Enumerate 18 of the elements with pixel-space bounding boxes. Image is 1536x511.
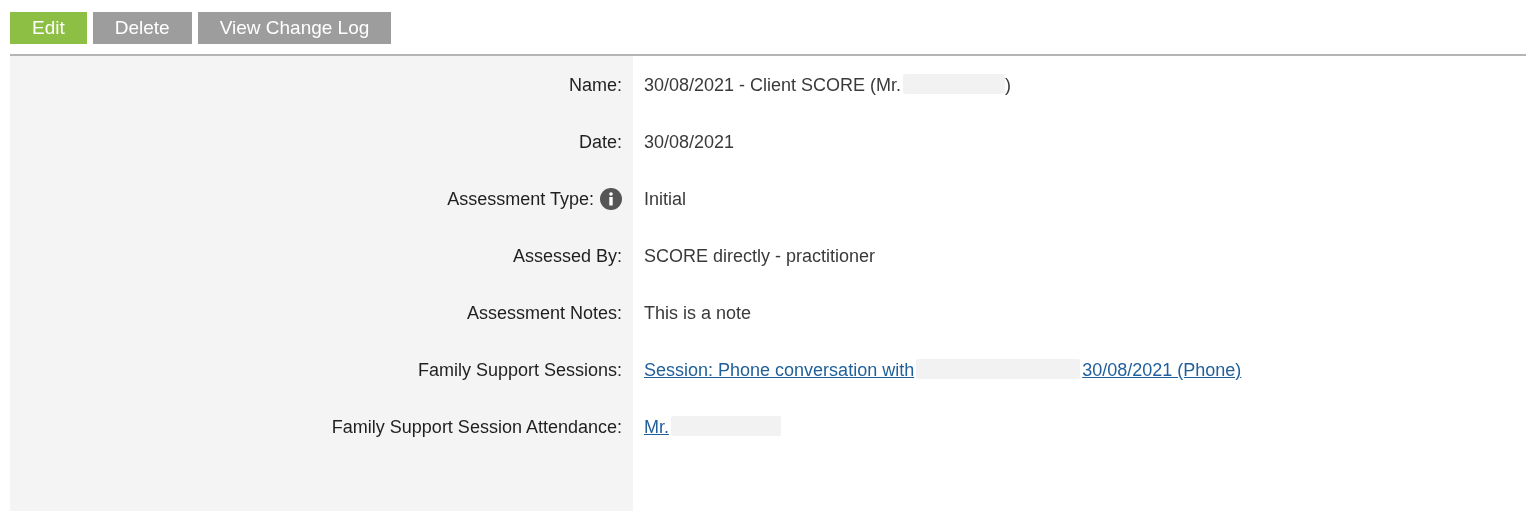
field-label: Family Support Session Attendance: xyxy=(331,416,622,438)
toolbar-button[interactable]: View Change Log xyxy=(197,12,392,44)
field-label: Assessed By: xyxy=(512,245,622,267)
edit-button[interactable]: Edit xyxy=(10,12,87,44)
field-value: This is a note xyxy=(644,302,752,324)
session-link[interactable]: Session: Phone conversation with 30/08/2021 (Phone) xyxy=(644,359,1242,381)
field-value: 30/08/2021 xyxy=(644,131,735,153)
field-label: Assessment Type: xyxy=(447,188,594,210)
field-value: SCORE directly - practitioner xyxy=(644,245,876,267)
field-value: Initial xyxy=(644,188,687,210)
field-label: Date: xyxy=(578,131,622,153)
field-value: 30/08/2021 - Client SCORE (Mr. ) xyxy=(644,74,1012,96)
field-label: Family Support Sessions: xyxy=(417,359,622,381)
info-icon[interactable] xyxy=(600,188,622,210)
field-label: Name: xyxy=(569,74,622,96)
field-label: Assessment Notes: xyxy=(466,302,622,324)
session-link[interactable]: Mr. xyxy=(644,416,781,438)
toolbar-button[interactable]: Delete xyxy=(92,12,192,44)
